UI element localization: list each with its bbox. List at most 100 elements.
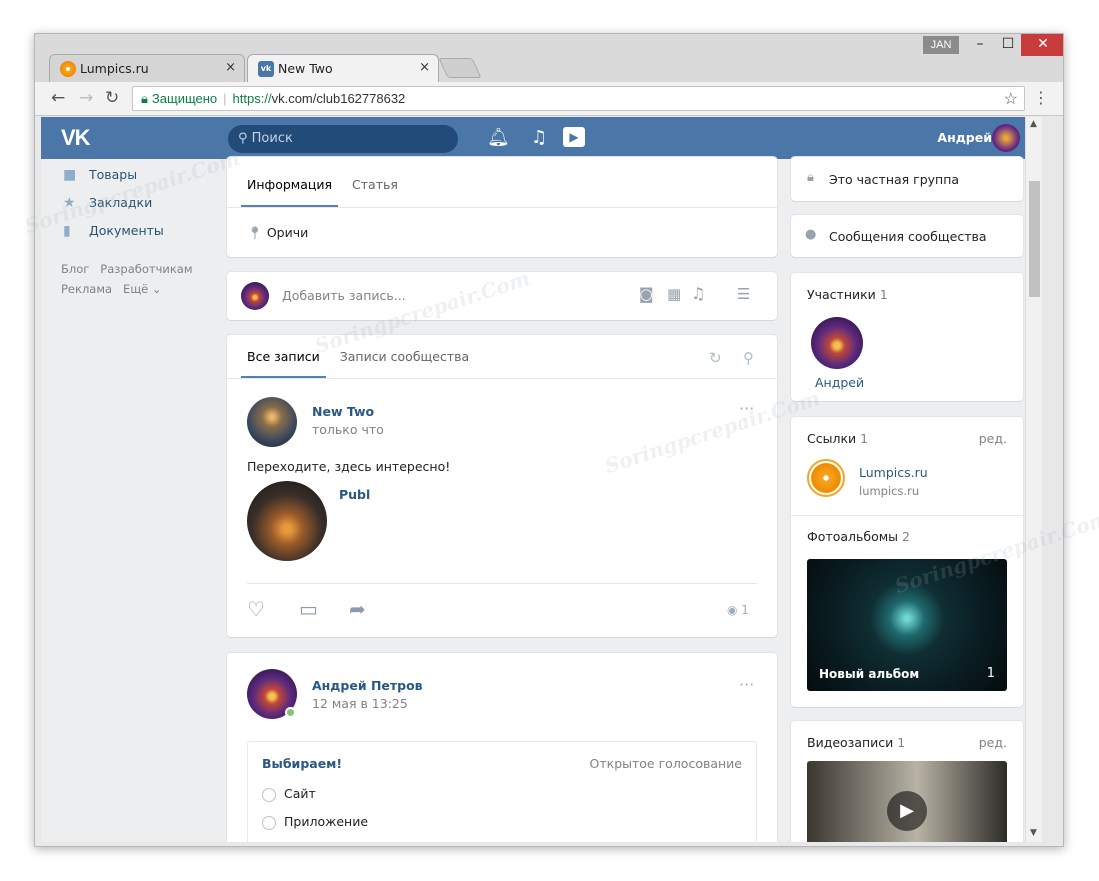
sidebar-item-bookmarks[interactable]: ★ Закладки [61, 189, 211, 217]
video-icon[interactable]: ▶ [563, 127, 585, 147]
url-input[interactable]: 🔒︎ Защищено | https://vk.com/club162778632 … [132, 86, 1025, 111]
tab-article[interactable]: Статья [346, 157, 404, 207]
post-author[interactable]: Андрей Петров [312, 678, 423, 693]
new-tab-button[interactable] [438, 58, 482, 78]
wall-card: Все записи Записи сообщества ↻ ⚲ New Two… [227, 335, 777, 637]
member-avatar[interactable] [811, 317, 863, 369]
edit-links-link[interactable]: ред. [979, 431, 1007, 446]
header-avatar[interactable] [992, 124, 1020, 152]
videos-title[interactable]: Видеозаписи 1 [807, 735, 905, 750]
ads-link[interactable]: Реклама [61, 282, 112, 296]
edit-videos-link[interactable]: ред. [979, 735, 1007, 750]
bell-icon[interactable]: 🔔︎ [487, 127, 510, 148]
document-icon: ▮ [63, 223, 71, 239]
article-icon[interactable]: ☰ [737, 285, 750, 303]
albums-title[interactable]: Фотоальбомы 2 [807, 529, 910, 544]
link-preview-image[interactable] [247, 481, 327, 561]
browser-menu-icon[interactable]: ⋮ [1033, 88, 1049, 107]
developers-link[interactable]: Разработчикам [100, 262, 192, 276]
film-icon[interactable]: ▦ [667, 285, 681, 303]
link-preview-title[interactable]: Publ [339, 487, 370, 502]
private-group-card: 🔒︎ Это частная группа [791, 157, 1023, 201]
scroll-thumb[interactable] [1029, 181, 1040, 297]
members-title[interactable]: Участники 1 [807, 287, 888, 302]
more-link[interactable]: Ещё ⌄ [123, 282, 161, 296]
close-tab-icon[interactable]: × [225, 60, 236, 75]
lock-icon: 🔒︎ [141, 91, 148, 106]
reload-button[interactable]: ↻ [105, 88, 119, 108]
more-icon[interactable]: ··· [739, 399, 754, 418]
close-tab-icon[interactable]: × [419, 60, 430, 75]
poll-option[interactable]: Приложение [262, 814, 368, 830]
vk-favicon-icon: vk [258, 61, 274, 77]
lock-icon: 🔒︎ [807, 170, 814, 185]
title-bar: Lumpics.ru × vk New Two × JAN – ☐ ✕ [35, 34, 1063, 84]
blog-link[interactable]: Блог [61, 262, 89, 276]
forward-button[interactable]: → [79, 88, 93, 108]
links-albums-card: Ссылки 1 ред. Lumpics.ru lumpics.ru Фото… [791, 417, 1023, 707]
share-icon[interactable]: ➦ [349, 597, 366, 621]
like-icon[interactable]: ♡ [247, 597, 265, 621]
radio-icon [262, 815, 276, 830]
tab-label: New Two [278, 61, 333, 76]
orange-favicon-icon [60, 61, 76, 77]
more-icon[interactable]: ··· [739, 675, 754, 694]
community-avatar[interactable] [247, 397, 297, 447]
star-icon: ★ [63, 195, 76, 211]
tab-community-posts[interactable]: Записи сообщества [334, 335, 475, 378]
member-name[interactable]: Андрей [815, 375, 864, 390]
links-title[interactable]: Ссылки 1 [807, 431, 868, 446]
sidebar-item-goods[interactable]: ■ Товары [61, 161, 211, 189]
album-name: Новый альбом [819, 667, 920, 681]
sidebar-item-documents[interactable]: ▮ Документы [61, 217, 211, 245]
poll-option[interactable]: Сайт [262, 786, 316, 802]
videos-card: Видеозаписи 1 ред. ▶ [791, 721, 1023, 842]
online-indicator [285, 707, 296, 718]
tab-label: Lumpics.ru [80, 61, 149, 76]
music-note-icon[interactable]: ♫ [691, 284, 705, 303]
camera-icon[interactable]: ◙ [639, 285, 654, 303]
post-author[interactable]: New Two [312, 404, 374, 419]
post-time[interactable]: только что [312, 422, 384, 437]
tab-new-two[interactable]: vk New Two × [247, 54, 439, 82]
chat-bubble-icon: ● [805, 227, 817, 242]
maximize-button[interactable]: ☐ [993, 34, 1023, 56]
bag-icon: ■ [63, 167, 77, 183]
footer-links: Блог Разработчикам Реклама Ещё ⌄ [61, 259, 211, 299]
members-card: Участники 1 Андрей [791, 273, 1023, 401]
url-text: https://vk.com/club162778632 [232, 91, 406, 106]
poll-title: Выбираем! [262, 756, 343, 771]
minimize-button[interactable]: – [965, 34, 995, 56]
comment-icon[interactable]: ▭ [299, 597, 318, 621]
refresh-icon[interactable]: ↻ [709, 349, 722, 367]
profile-badge[interactable]: JAN [923, 36, 959, 54]
play-icon[interactable]: ▶ [887, 791, 927, 831]
video-thumbnail[interactable]: ▶ [807, 761, 1007, 842]
tab-all-posts[interactable]: Все записи [241, 335, 326, 378]
tab-info[interactable]: Информация [241, 157, 339, 207]
lumpics-logo[interactable] [807, 459, 845, 497]
scroll-up-icon[interactable]: ▲ [1030, 119, 1037, 129]
music-icon[interactable]: ♫ [531, 127, 547, 148]
poll-type: Открытое голосование [589, 756, 742, 771]
back-button[interactable]: ← [51, 88, 65, 108]
album-thumbnail[interactable]: Новый альбом 1 [807, 559, 1007, 691]
post-time[interactable]: 12 мая в 13:25 [312, 696, 408, 711]
search-icon[interactable]: ⚲ [743, 349, 754, 367]
add-post-input[interactable]: Добавить запись... [282, 288, 406, 303]
my-avatar [241, 282, 269, 310]
page-scrollbar[interactable]: ▲ ▼ [1025, 117, 1042, 842]
views-counter: ◉ 1 [727, 603, 749, 617]
scroll-down-icon[interactable]: ▼ [1030, 828, 1037, 838]
add-post-card[interactable]: Добавить запись... ◙ ▦ ♫ ☰ [227, 272, 777, 320]
vk-logo[interactable]: VK [61, 125, 91, 151]
header-user-name[interactable]: Андрей [937, 130, 992, 145]
map-pin-icon: 📍︎ [247, 225, 267, 240]
community-messages-button[interactable]: ● Сообщения сообщества [791, 215, 1023, 257]
info-tabs: Информация Статья [227, 157, 777, 208]
bookmark-star-icon[interactable]: ☆ [1004, 89, 1018, 109]
tab-lumpics[interactable]: Lumpics.ru × [49, 54, 245, 82]
link-name[interactable]: Lumpics.ru [859, 465, 928, 480]
search-input[interactable]: ⚲ Поиск [228, 125, 458, 153]
close-window-button[interactable]: ✕ [1021, 34, 1063, 56]
